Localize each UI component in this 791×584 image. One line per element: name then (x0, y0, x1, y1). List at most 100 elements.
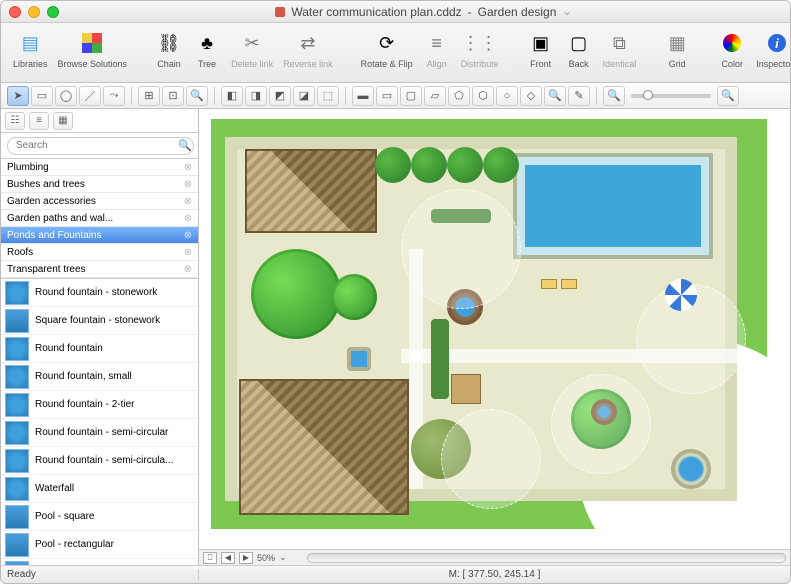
category-row[interactable]: Garden accessories⊗ (1, 193, 198, 210)
sb-shape-6[interactable]: ⬡ (472, 86, 494, 106)
distribute-button[interactable]: ⋮⋮Distribute (457, 27, 503, 71)
sb-shape-1[interactable]: ▬ (352, 86, 374, 106)
zoom-value[interactable]: 50% (257, 553, 275, 563)
sb-tool-a[interactable]: ◧ (221, 86, 243, 106)
pool-small[interactable] (347, 347, 371, 371)
identical-button[interactable]: ⧉Identical (599, 27, 641, 71)
house-large[interactable] (239, 379, 409, 515)
sb-tool-c[interactable]: ◩ (269, 86, 291, 106)
grid-button[interactable]: ▦Grid (660, 27, 694, 71)
grid-mode-2[interactable]: ⊡ (162, 86, 184, 106)
garden-plan-drawing[interactable] (211, 119, 767, 529)
sb-shape-2[interactable]: ▭ (376, 86, 398, 106)
search-input[interactable] (7, 137, 194, 155)
tree[interactable] (483, 147, 519, 183)
category-close-icon[interactable]: ⊗ (184, 247, 192, 258)
page-first-button[interactable]: ⎕ (203, 552, 217, 564)
color-button[interactable]: Color (714, 27, 750, 71)
sb-tool-d[interactable]: ◪ (293, 86, 315, 106)
title-dropdown-icon[interactable]: ⌄ (562, 5, 571, 18)
patio-table[interactable] (451, 374, 481, 404)
delete-link-button[interactable]: ✂Delete link (227, 27, 277, 71)
stencil-item[interactable]: Round fountain - semi-circula... (1, 447, 198, 475)
sb-zoom-sub[interactable]: 🔍 (544, 86, 566, 106)
page-next-button[interactable]: ▶ (239, 552, 253, 564)
zoom-slider[interactable] (631, 94, 711, 98)
zoom-fit-button[interactable]: 🔍 (603, 86, 625, 106)
house-small[interactable] (245, 149, 377, 233)
category-close-icon[interactable]: ⊗ (184, 179, 192, 190)
zoom-max-button[interactable]: 🔍 (717, 86, 739, 106)
pool-shape[interactable] (513, 153, 713, 259)
tree[interactable] (447, 147, 483, 183)
category-close-icon[interactable]: ⊗ (184, 162, 192, 173)
stencil-item[interactable]: Round fountain, small (1, 363, 198, 391)
category-row[interactable]: Ponds and Fountains⊗ (1, 227, 198, 244)
category-row[interactable]: Roofs⊗ (1, 244, 198, 261)
umbrella[interactable] (665, 279, 697, 311)
page-prev-button[interactable]: ◀ (221, 552, 235, 564)
canvas[interactable] (199, 109, 790, 549)
rotate-flip-button[interactable]: ⟳Rotate & Flip (357, 27, 417, 71)
stencil-item[interactable]: Pool - square (1, 503, 198, 531)
connector-tool[interactable]: ⤳ (103, 86, 125, 106)
sb-shape-5[interactable]: ⬠ (448, 86, 470, 106)
spray-radius[interactable] (441, 409, 541, 509)
rect-tool[interactable]: ▭ (31, 86, 53, 106)
stencil-item[interactable]: Waterfall (1, 475, 198, 503)
tree[interactable] (411, 147, 447, 183)
pond[interactable] (671, 449, 711, 489)
align-button[interactable]: ≡Align (419, 27, 455, 71)
front-button[interactable]: ▣Front (523, 27, 559, 71)
category-row[interactable]: Plumbing⊗ (1, 159, 198, 176)
maximize-button[interactable] (47, 6, 59, 18)
stencil-item[interactable]: Round fountain (1, 335, 198, 363)
pointer-tool[interactable]: ➤ (7, 86, 29, 106)
horizontal-scrollbar[interactable] (307, 553, 786, 563)
back-button[interactable]: ▢Back (561, 27, 597, 71)
tools-search[interactable]: 🔍 (186, 86, 208, 106)
stencil-item[interactable]: Round fountain - 2-tier (1, 391, 198, 419)
reverse-link-button[interactable]: ⇄Reverse link (279, 27, 337, 71)
chain-button[interactable]: ⛓Chain (151, 27, 187, 71)
inspectors-button[interactable]: iInspectors (752, 27, 791, 71)
tree[interactable] (375, 147, 411, 183)
bush[interactable] (431, 319, 449, 399)
side-view-grid[interactable]: ▦ (53, 112, 73, 130)
stencil-item[interactable]: Square fountain - stonework (1, 307, 198, 335)
category-row[interactable]: Transparent trees⊗ (1, 261, 198, 278)
tree[interactable] (251, 249, 341, 339)
line-tool[interactable]: ／ (79, 86, 101, 106)
category-close-icon[interactable]: ⊗ (184, 196, 192, 207)
libraries-button[interactable]: ▤ Libraries (9, 27, 52, 71)
category-row[interactable]: Bushes and trees⊗ (1, 176, 198, 193)
sb-shape-8[interactable]: ◇ (520, 86, 542, 106)
tree-button[interactable]: ♣Tree (189, 27, 225, 71)
stencil-item[interactable]: Round fountain - semi-circular (1, 419, 198, 447)
category-close-icon[interactable]: ⊗ (184, 230, 192, 241)
spray-radius[interactable] (401, 189, 521, 309)
side-view-list[interactable]: ≡ (29, 112, 49, 130)
category-close-icon[interactable]: ⊗ (184, 264, 192, 275)
browse-solutions-button[interactable]: Browse Solutions (54, 27, 132, 71)
grid-mode-1[interactable]: ⊞ (138, 86, 160, 106)
tree[interactable] (331, 274, 377, 320)
ellipse-tool[interactable]: ◯ (55, 86, 77, 106)
sb-dropper[interactable]: ✎ (568, 86, 590, 106)
lounge-chair[interactable] (561, 279, 577, 289)
spray-radius[interactable] (551, 374, 651, 474)
info-icon: i (768, 34, 786, 52)
sb-shape-7[interactable]: ○ (496, 86, 518, 106)
close-button[interactable] (9, 6, 21, 18)
stencil-item[interactable]: Round fountain - stonework (1, 279, 198, 307)
side-view-tree[interactable]: ☷ (5, 112, 25, 130)
sb-shape-4[interactable]: ▱ (424, 86, 446, 106)
category-close-icon[interactable]: ⊗ (184, 213, 192, 224)
minimize-button[interactable] (28, 6, 40, 18)
sb-tool-b[interactable]: ◨ (245, 86, 267, 106)
lounge-chair[interactable] (541, 279, 557, 289)
sb-tool-e[interactable]: ⬚ (317, 86, 339, 106)
stencil-item[interactable]: Pool - rectangular (1, 531, 198, 559)
sb-shape-3[interactable]: ▢ (400, 86, 422, 106)
category-row[interactable]: Garden paths and wal...⊗ (1, 210, 198, 227)
